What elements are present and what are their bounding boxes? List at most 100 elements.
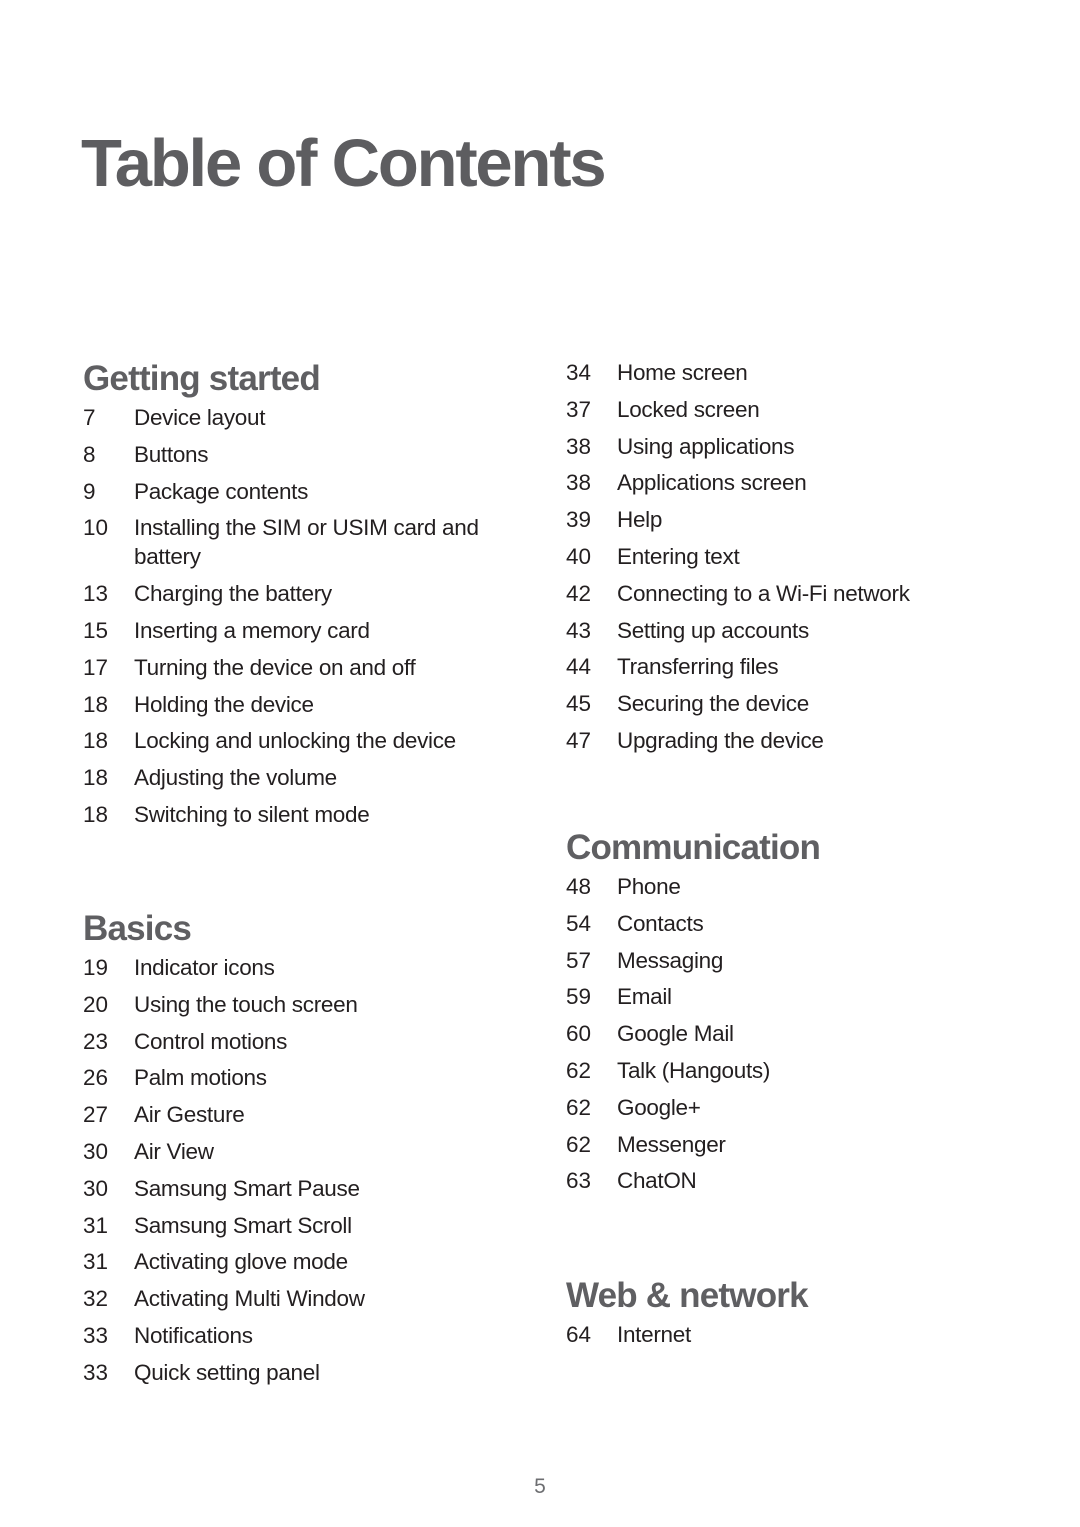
toc-entry[interactable]: 45 Securing the device (566, 689, 1006, 718)
toc-entry[interactable]: 34 Home screen (566, 358, 1006, 387)
toc-entry-title[interactable]: Device layout (134, 403, 523, 432)
toc-entry-title[interactable]: Activating Multi Window (134, 1284, 523, 1313)
toc-entry-title[interactable]: Securing the device (617, 689, 1006, 718)
toc-entry-title[interactable]: Locking and unlocking the device (134, 726, 523, 755)
toc-entry-title[interactable]: Indicator icons (134, 953, 523, 982)
toc-entry[interactable]: 15 Inserting a memory card (83, 616, 523, 645)
toc-entry[interactable]: 60 Google Mail (566, 1019, 1006, 1048)
toc-entry[interactable]: 19 Indicator icons (83, 953, 523, 982)
toc-entry-title[interactable]: Installing the SIM or USIM card and batt… (134, 513, 523, 571)
toc-entry-page: 27 (83, 1102, 109, 1128)
toc-entry-title[interactable]: Messaging (617, 946, 1006, 975)
toc-entry[interactable]: 13 Charging the battery (83, 579, 523, 608)
toc-entry[interactable]: 18 Switching to silent mode (83, 800, 523, 829)
toc-entry-title[interactable]: Samsung Smart Scroll (134, 1211, 523, 1240)
toc-entry-title[interactable]: Entering text (617, 542, 1006, 571)
toc-entry-title[interactable]: Control motions (134, 1027, 523, 1056)
toc-entry[interactable]: 10 Installing the SIM or USIM card and ba… (83, 513, 523, 571)
toc-entry[interactable]: 38 Applications screen (566, 468, 1006, 497)
toc-entry-title[interactable]: ChatON (617, 1166, 1006, 1195)
toc-entry-title[interactable]: Talk (Hangouts) (617, 1056, 1006, 1085)
toc-entry[interactable]: 44 Transferring files (566, 652, 1006, 681)
toc-entry-title[interactable]: Turning the device on and off (134, 653, 523, 682)
toc-entry-title[interactable]: Notifications (134, 1321, 523, 1350)
toc-entry-title[interactable]: Charging the battery (134, 579, 523, 608)
toc-entry-page: 57 (566, 947, 592, 973)
toc-entry-title[interactable]: Contacts (617, 909, 1006, 938)
toc-entry[interactable]: 62 Talk (Hangouts) (566, 1056, 1006, 1085)
toc-entry[interactable]: 8 Buttons (83, 440, 523, 469)
toc-list: 64 Internet (566, 1320, 1006, 1349)
toc-entry[interactable]: 38 Using applications (566, 432, 1006, 461)
toc-entry[interactable]: 42 Connecting to a Wi-Fi network (566, 579, 1006, 608)
toc-entry-title[interactable]: Activating glove mode (134, 1247, 523, 1276)
toc-entry-title[interactable]: Google+ (617, 1093, 1006, 1122)
toc-entry[interactable]: 40 Entering text (566, 542, 1006, 571)
toc-entry[interactable]: 18 Locking and unlocking the device (83, 726, 523, 755)
toc-entry[interactable]: 59 Email (566, 982, 1006, 1011)
toc-entry-title[interactable]: Air View (134, 1137, 523, 1166)
toc-entry-title[interactable]: Buttons (134, 440, 523, 469)
toc-entry-title[interactable]: Quick setting panel (134, 1358, 523, 1387)
toc-entry-title[interactable]: Connecting to a Wi-Fi network (617, 579, 1006, 608)
toc-entry-title[interactable]: Setting up accounts (617, 616, 1006, 645)
toc-entry-title[interactable]: Adjusting the volume (134, 763, 523, 792)
section-heading: Basics (83, 909, 192, 948)
toc-entry-title[interactable]: Air Gesture (134, 1100, 523, 1129)
toc-entry[interactable]: 30 Air View (83, 1137, 523, 1166)
toc-entry[interactable]: 26 Palm motions (83, 1063, 523, 1092)
toc-entry[interactable]: 43 Setting up accounts (566, 616, 1006, 645)
toc-entry-title[interactable]: Using applications (617, 432, 1006, 461)
toc-entry-title[interactable]: Applications screen (617, 468, 1006, 497)
toc-entry[interactable]: 62 Google+ (566, 1093, 1006, 1122)
toc-entry[interactable]: 27 Air Gesture (83, 1100, 523, 1129)
toc-entry-page: 42 (566, 580, 592, 606)
toc-entry[interactable]: 18 Holding the device (83, 690, 523, 719)
toc-entry-page: 54 (566, 910, 592, 936)
toc-entry-title[interactable]: Messenger (617, 1130, 1006, 1159)
toc-entry-title[interactable]: Samsung Smart Pause (134, 1174, 523, 1203)
toc-entry-title[interactable]: Switching to silent mode (134, 800, 523, 829)
toc-entry-title[interactable]: Using the touch screen (134, 990, 523, 1019)
toc-entry-title[interactable]: Transferring files (617, 652, 1006, 681)
toc-entry-title[interactable]: Phone (617, 872, 1006, 901)
toc-entry[interactable]: 18 Adjusting the volume (83, 763, 523, 792)
section-basics-continued: 34 Home screen 37 Locked screen 38 Using appl… (566, 358, 1006, 763)
toc-entry-title[interactable]: Help (617, 505, 1006, 534)
toc-entry-title[interactable]: Upgrading the device (617, 726, 1006, 755)
toc-entry[interactable]: 63 ChatON (566, 1166, 1006, 1195)
toc-entry[interactable]: 37 Locked screen (566, 395, 1006, 424)
toc-list: 48 Phone 54 Contacts 57 Messaging 59 Email 60 Goo… (566, 872, 1006, 1195)
toc-entry-title[interactable]: Internet (617, 1320, 1006, 1349)
toc-entry-title[interactable]: Inserting a memory card (134, 616, 523, 645)
toc-entry[interactable]: 32 Activating Multi Window (83, 1284, 523, 1313)
toc-entry[interactable]: 30 Samsung Smart Pause (83, 1174, 523, 1203)
toc-entry[interactable]: 31 Samsung Smart Scroll (83, 1211, 523, 1240)
toc-entry[interactable]: 62 Messenger (566, 1130, 1006, 1159)
toc-entry-title[interactable]: Palm motions (134, 1063, 523, 1092)
toc-entry[interactable]: 33 Notifications (83, 1321, 523, 1350)
toc-entry[interactable]: 9 Package contents (83, 477, 523, 506)
toc-entry-title[interactable]: Locked screen (617, 395, 1006, 424)
toc-entry[interactable]: 57 Messaging (566, 946, 1006, 975)
toc-entry-title[interactable]: Package contents (134, 477, 523, 506)
toc-entry-page: 37 (566, 396, 592, 422)
page-title: Table of Contents (81, 126, 607, 201)
toc-entry-title[interactable]: Google Mail (617, 1019, 1006, 1048)
toc-entry[interactable]: 47 Upgrading the device (566, 726, 1006, 755)
toc-entry-title[interactable]: Home screen (617, 358, 1006, 387)
toc-entry-page: 26 (83, 1065, 109, 1091)
toc-entry[interactable]: 31 Activating glove mode (83, 1247, 523, 1276)
toc-entry-title[interactable]: Email (617, 982, 1006, 1011)
toc-entry[interactable]: 20 Using the touch screen (83, 990, 523, 1019)
toc-entry[interactable]: 48 Phone (566, 872, 1006, 901)
toc-entry[interactable]: 17 Turning the device on and off (83, 653, 523, 682)
toc-entry[interactable]: 7 Device layout (83, 403, 523, 432)
toc-entry-title[interactable]: Holding the device (134, 690, 523, 719)
toc-entry[interactable]: 33 Quick setting panel (83, 1358, 523, 1387)
toc-entry[interactable]: 54 Contacts (566, 909, 1006, 938)
toc-entry[interactable]: 64 Internet (566, 1320, 1006, 1349)
toc-entry-page: 62 (566, 1057, 592, 1083)
toc-entry[interactable]: 23 Control motions (83, 1027, 523, 1056)
toc-entry[interactable]: 39 Help (566, 505, 1006, 534)
